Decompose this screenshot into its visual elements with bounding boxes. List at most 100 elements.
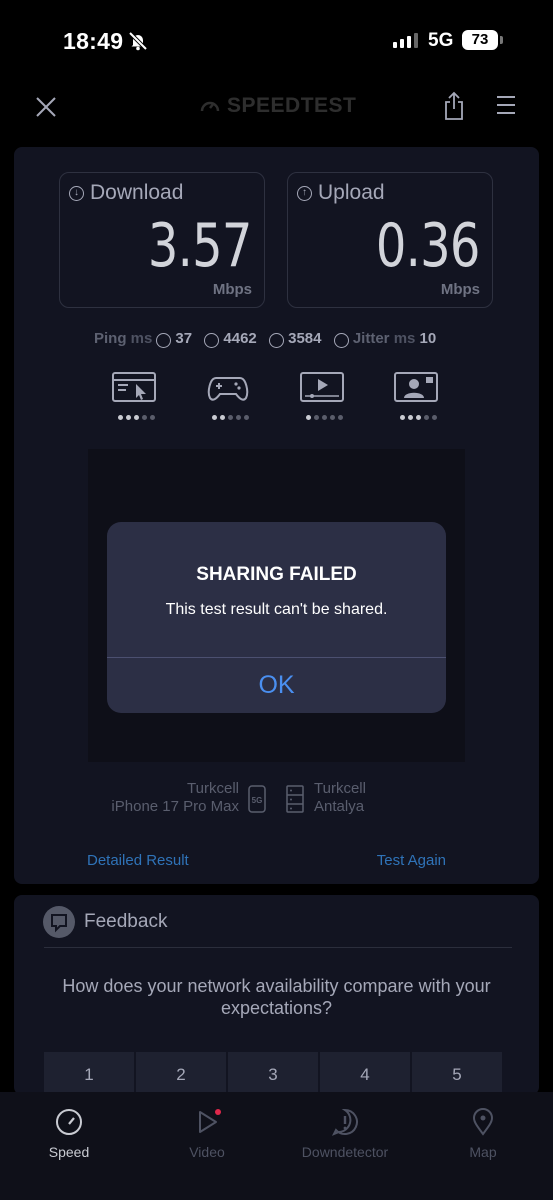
rating-dot <box>117 415 123 420</box>
jitter-icon <box>333 333 349 348</box>
rating-dot <box>219 415 225 420</box>
usage-dots <box>300 415 348 420</box>
rating-option-3[interactable]: 3 <box>228 1052 318 1095</box>
device-name: iPhone 17 Pro Max <box>111 798 239 815</box>
speedometer-icon <box>56 1109 82 1135</box>
device-provider-info: Turkcell iPhone 17 Pro Max <box>111 780 239 816</box>
ping-ms-label: ms <box>130 330 153 347</box>
battery-icon: 73 <box>462 30 498 50</box>
usage-dots <box>394 415 442 420</box>
rating-dot <box>243 415 249 420</box>
phone-5g-icon: 5G <box>248 785 266 813</box>
feedback-card: Feedback How does your network availabil… <box>14 895 539 1095</box>
result-card: ↓ Download 3.57 Mbps ↑ Upload 0.36 Mbps … <box>14 147 539 884</box>
status-time: 18:49 <box>63 28 124 54</box>
rating-option-2[interactable]: 2 <box>136 1052 226 1095</box>
rating-dot <box>415 415 421 420</box>
video-call-icon <box>394 372 438 402</box>
rating-dot <box>141 415 147 420</box>
gaming-icon <box>207 377 249 401</box>
rating-scale: 1 2 3 4 5 <box>44 1052 502 1095</box>
detailed-result-link[interactable]: Detailed Result <box>87 852 189 869</box>
download-unit: Mbps <box>212 281 252 298</box>
download-arrow-icon: ↓ <box>69 185 84 201</box>
jitter-value: 10 <box>419 330 437 347</box>
speedtest-logo: SPEEDTEST <box>199 94 356 118</box>
rating-dot <box>133 415 139 420</box>
logo-text: SPEEDTEST <box>227 94 357 117</box>
usage-dots <box>112 415 160 420</box>
menu-icon[interactable] <box>495 94 517 116</box>
rating-dot <box>227 415 233 420</box>
dialog-title: SHARING FAILED <box>196 564 357 585</box>
download-value: 3.57 <box>148 211 252 281</box>
rating-option-5[interactable]: 5 <box>412 1052 502 1095</box>
tab-speed[interactable]: Speed <box>19 1108 119 1160</box>
upload-arrow-icon: ↑ <box>297 185 312 201</box>
usage-gaming[interactable] <box>206 372 254 420</box>
sharing-failed-dialog: SHARING FAILED This test result can't be… <box>107 522 446 713</box>
jitter-label: Jitter <box>352 330 390 347</box>
close-icon[interactable] <box>33 94 59 120</box>
rating-dot <box>329 415 335 420</box>
download-panel: ↓ Download 3.57 Mbps <box>59 172 265 308</box>
download-latency-icon <box>204 333 220 348</box>
test-again-link[interactable]: Test Again <box>377 852 446 869</box>
rating-option-4[interactable]: 4 <box>320 1052 410 1095</box>
alert-icon <box>331 1108 358 1136</box>
notification-dot <box>215 1109 221 1115</box>
map-pin-icon <box>472 1108 494 1136</box>
tab-label: Speed <box>48 1144 90 1160</box>
rating-dot <box>305 415 311 420</box>
dialog-message: This test result can't be shared. <box>165 601 388 618</box>
ping-label: Ping <box>94 330 127 347</box>
upload-panel: ↑ Upload 0.36 Mbps <box>287 172 493 308</box>
usage-video-call[interactable] <box>394 372 442 420</box>
upload-unit: Mbps <box>440 281 480 298</box>
feedback-icon <box>43 906 75 938</box>
video-streaming-icon <box>300 372 344 402</box>
latency-metrics: Ping ms 37 4462 3584 Jitter ms 10 <box>94 330 437 348</box>
usage-video-streaming[interactable] <box>300 372 348 420</box>
tab-label: Downdetector <box>301 1144 389 1160</box>
upload-label-row: ↑ Upload <box>297 181 385 205</box>
usage-web-browsing[interactable] <box>112 372 160 420</box>
jitter-ms-label: ms <box>393 330 416 347</box>
upload-latency-icon <box>269 333 285 348</box>
rating-dot <box>211 415 217 420</box>
tab-video[interactable]: Video <box>157 1108 257 1160</box>
upload-label: Upload <box>318 181 385 204</box>
gauge-icon <box>200 101 220 112</box>
rating-dot <box>399 415 405 420</box>
rating-dot <box>149 415 155 420</box>
bell-off-icon <box>128 31 148 51</box>
rating-dot <box>235 415 241 420</box>
download-label: Download <box>90 181 184 204</box>
upload-latency-value: 3584 <box>288 330 322 347</box>
tab-label: Map <box>469 1144 497 1160</box>
share-icon[interactable] <box>442 91 466 121</box>
usage-dots <box>206 415 254 420</box>
bottom-tab-bar: Speed Video Downdetector Map <box>0 1092 553 1200</box>
download-latency-value: 4462 <box>223 330 257 347</box>
app-header: SPEEDTEST <box>0 82 553 130</box>
rating-dot <box>423 415 429 420</box>
tab-label: Video <box>189 1144 225 1160</box>
rating-dot <box>321 415 327 420</box>
cellular-signal-icon <box>393 33 418 48</box>
rating-dot <box>407 415 413 420</box>
rating-dot <box>431 415 437 420</box>
chat-bubble-icon <box>51 914 67 933</box>
server-city: Antalya <box>314 798 365 815</box>
upload-value: 0.36 <box>376 211 480 281</box>
rating-dot <box>313 415 319 420</box>
divider <box>44 947 512 948</box>
tab-downdetector[interactable]: Downdetector <box>295 1108 395 1160</box>
status-bar: 18:49 5G 73 <box>0 0 553 82</box>
device-badge: 5G <box>252 796 263 805</box>
rating-option-1[interactable]: 1 <box>44 1052 134 1095</box>
ok-button[interactable]: OK <box>107 658 446 713</box>
tab-map[interactable]: Map <box>433 1108 533 1160</box>
server-provider: Turkcell <box>314 780 366 797</box>
feedback-title: Feedback <box>84 911 168 932</box>
